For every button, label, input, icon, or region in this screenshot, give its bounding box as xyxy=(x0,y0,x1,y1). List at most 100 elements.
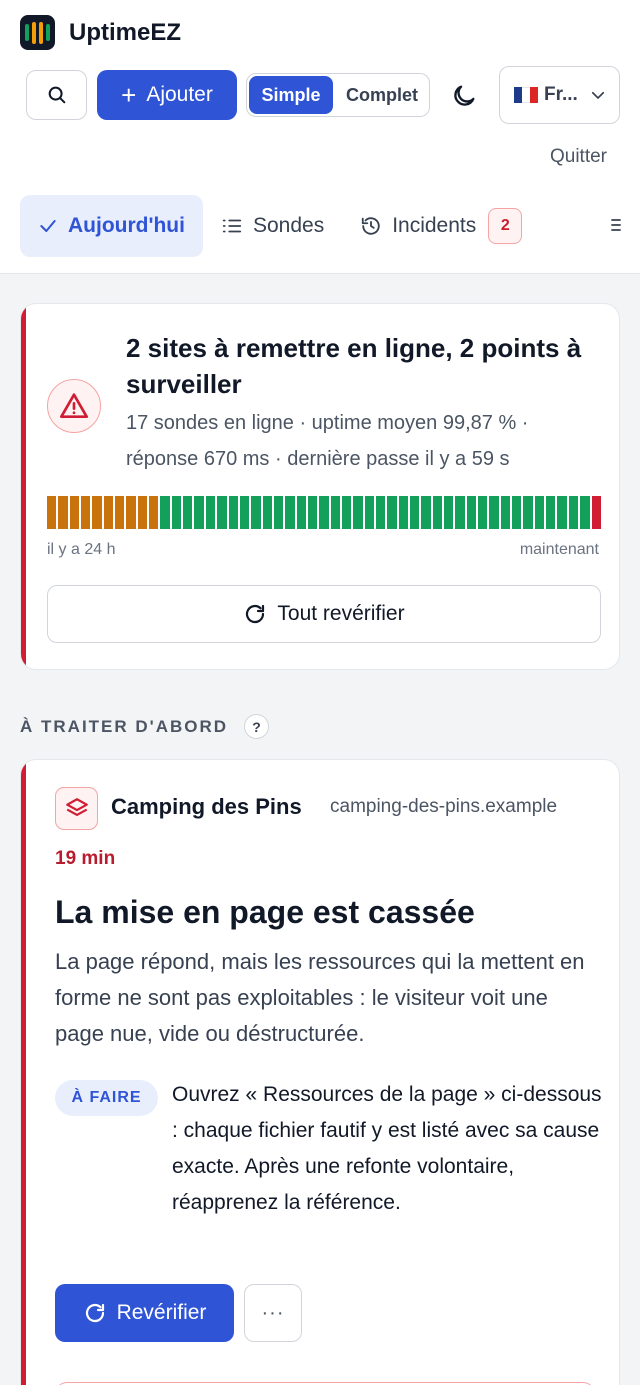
timeline-start-label: il y a 24 h xyxy=(47,541,116,558)
tab-probes[interactable]: Sondes xyxy=(203,195,342,257)
timeline-segment-degraded xyxy=(149,496,159,529)
timeline-segment-up xyxy=(364,496,374,529)
section-title: À TRAITER D'ABORD xyxy=(20,716,229,736)
timeline-segment-degraded xyxy=(92,496,102,529)
timeline-segment-up xyxy=(171,496,182,529)
timeline-segment-up xyxy=(341,496,352,529)
timeline-segment-up xyxy=(444,496,454,529)
timeline-segment-up xyxy=(568,496,579,529)
timeline-segment-up xyxy=(500,496,511,529)
timeline-segment-up xyxy=(228,496,238,529)
timeline-segment-up xyxy=(262,496,272,529)
moon-icon[interactable] xyxy=(450,82,478,110)
more-options-button[interactable]: ··· xyxy=(244,1284,302,1342)
summary-stats: 17 sondes en ligne · uptime moyen 99,87 … xyxy=(126,412,529,470)
timeline-segment-up xyxy=(557,496,567,529)
timeline-segment-up xyxy=(466,496,477,529)
timeline-segment-degraded xyxy=(69,496,80,529)
quit-link[interactable]: Quitter xyxy=(550,146,607,168)
todo-badge: À FAIRE xyxy=(55,1080,158,1116)
timeline-segment-up xyxy=(387,496,397,529)
flag-icon xyxy=(514,87,538,103)
recheck-all-label: Tout revérifier xyxy=(277,602,405,625)
logo-icon xyxy=(20,15,55,50)
incident-title: La mise en page est cassée xyxy=(55,894,475,930)
timeline-segment-down xyxy=(591,496,601,529)
timeline-segment-degraded xyxy=(126,496,136,529)
timeline-end-label: maintenant xyxy=(519,541,599,558)
timeline-segment-up xyxy=(398,496,408,529)
search-button[interactable] xyxy=(26,70,87,120)
language-select[interactable]: Fr... xyxy=(499,66,620,124)
main-tabs: Aujourd'hui Sondes Incidents 2 xyxy=(20,195,540,257)
timeline-segment-up xyxy=(319,496,329,529)
incident-description: La page répond, mais les ressources qui … xyxy=(55,949,585,1046)
uptime-timeline xyxy=(47,496,601,529)
tab-today-label: Aujourd'hui xyxy=(68,214,185,237)
tab-today[interactable]: Aujourd'hui xyxy=(20,195,203,257)
timeline-segment-degraded xyxy=(115,496,125,529)
timeline-segment-up xyxy=(432,496,443,529)
timeline-segment-up xyxy=(523,496,533,529)
timeline-segment-up xyxy=(194,496,204,529)
timeline-segment-degraded xyxy=(137,496,148,529)
tab-incidents-label: Incidents xyxy=(392,214,477,237)
tab-incidents[interactable]: Incidents 2 xyxy=(342,195,540,257)
timeline-segment-up xyxy=(273,496,284,529)
timeline-segment-up xyxy=(421,496,431,529)
timeline-segment-up xyxy=(205,496,216,529)
timeline-segment-up xyxy=(239,496,250,529)
timeline-segment-up xyxy=(183,496,193,529)
more-tabs-icon[interactable] xyxy=(610,217,622,233)
incident-count-badge: 2 xyxy=(488,208,523,244)
timeline-segment-degraded xyxy=(81,496,91,529)
site-url[interactable]: camping-des-pins.example xyxy=(330,796,557,818)
timeline-segment-up xyxy=(251,496,261,529)
timeline-segment-up xyxy=(534,496,545,529)
timeline-segment-up xyxy=(478,496,488,529)
mode-simple-button[interactable]: Simple xyxy=(249,76,333,114)
timeline-segment-up xyxy=(217,496,227,529)
plus-icon: + xyxy=(121,80,137,110)
timeline-segment-up xyxy=(307,496,318,529)
timeline-segment-degraded xyxy=(58,496,68,529)
top-header: UptimeEZ + Ajouter Simple Complet Fr... … xyxy=(0,0,640,274)
view-mode-toggle: Simple Complet xyxy=(246,73,430,117)
refresh-icon xyxy=(246,604,265,624)
status-summary-card: 2 sites à remettre en ligne, 2 points à … xyxy=(20,303,620,670)
chevron-down-icon xyxy=(591,91,605,100)
summary-title: 2 sites à remettre en ligne, 2 points à … xyxy=(126,333,582,399)
timeline-segment-up xyxy=(160,496,170,529)
timeline-segment-degraded xyxy=(47,496,57,529)
search-icon xyxy=(48,86,65,104)
site-name: Camping des Pins xyxy=(111,794,302,819)
recheck-all-button[interactable]: Tout revérifier xyxy=(47,585,601,643)
timeline-segment-up xyxy=(580,496,590,529)
todo-instructions: Ouvrez « Ressources de la page » ci-dess… xyxy=(172,1083,602,1214)
refresh-icon xyxy=(85,1303,104,1323)
app-name: UptimeEZ xyxy=(69,18,182,46)
help-button[interactable]: ? xyxy=(244,714,270,739)
check-icon xyxy=(40,220,56,232)
recheck-button-label: Revérifier xyxy=(116,1301,207,1324)
timeline-segment-up xyxy=(546,496,556,529)
timeline-segment-degraded xyxy=(103,496,114,529)
timeline-segment-up xyxy=(330,496,340,529)
tab-probes-label: Sondes xyxy=(252,214,325,237)
timeline-segment-up xyxy=(353,496,363,529)
language-label: Fr... xyxy=(544,84,578,105)
layers-icon xyxy=(55,787,98,830)
mode-complete-button[interactable]: Complet xyxy=(335,74,429,116)
list-icon xyxy=(222,219,242,233)
timeline-segment-up xyxy=(296,496,306,529)
timeline-segment-up xyxy=(375,496,386,529)
timeline-segment-up xyxy=(410,496,420,529)
incident-duration: 19 min xyxy=(55,848,116,869)
alert-icon xyxy=(47,379,101,433)
add-button[interactable]: + Ajouter xyxy=(97,70,237,120)
incident-card: Camping des Pins camping-des-pins.exampl… xyxy=(20,759,620,1385)
brand: UptimeEZ xyxy=(20,15,181,50)
add-button-label: Ajouter xyxy=(146,83,213,106)
timeline-segment-up xyxy=(285,496,295,529)
recheck-button[interactable]: Revérifier xyxy=(55,1284,234,1342)
